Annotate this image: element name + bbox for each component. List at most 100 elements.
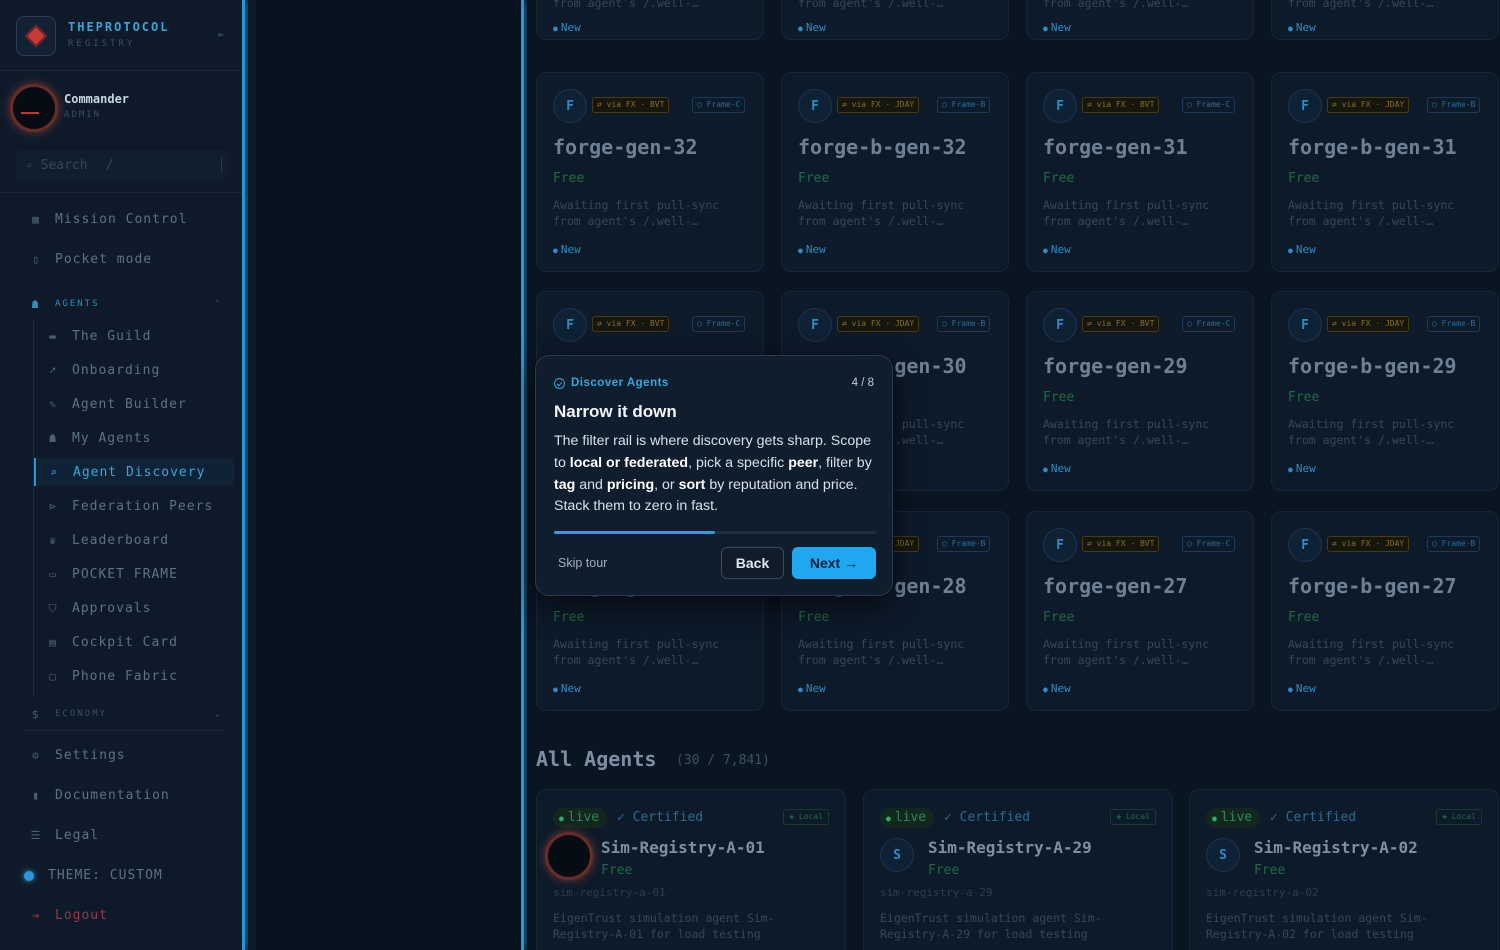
agent-description: Awaiting first pull-sync from agent's /.… bbox=[1043, 198, 1210, 228]
search-icon: ⌕ bbox=[50, 465, 58, 479]
agent-listing-card[interactable]: live ✓ Certified ◈ Local S Sim-Registry-A-29… bbox=[863, 789, 1173, 950]
nav-pocket-mode[interactable]: ▯ Pocket mode bbox=[0, 252, 240, 267]
agent-description: Awaiting first pull-sync from agent's /.… bbox=[553, 637, 720, 667]
section-economy[interactable]: $ ECONOMY ⌄ bbox=[0, 707, 240, 721]
frame-tag: ◯ Frame-B bbox=[937, 97, 991, 113]
phone-icon: ▯ bbox=[32, 253, 40, 266]
agent-price: Free bbox=[798, 171, 830, 186]
card-partial[interactable]: from agent's /.well-…New bbox=[1026, 0, 1254, 40]
section-label: ECONOMY bbox=[55, 709, 107, 719]
collapse-sidebar-icon[interactable]: ⇤ bbox=[218, 28, 225, 41]
sidebar-item-onboarding[interactable]: ➚ Onboarding bbox=[0, 363, 240, 378]
agent-slug: sim-registry-a-02 bbox=[1206, 886, 1319, 899]
agent-name: forge-gen-31 bbox=[1043, 135, 1188, 159]
agent-price: Free bbox=[928, 863, 960, 878]
new-badge: New bbox=[798, 243, 826, 256]
agent-initial-badge: F bbox=[1043, 89, 1077, 123]
sidebar-item-my-agents[interactable]: ☗ My Agents bbox=[0, 431, 240, 446]
sidebar-item-agent-discovery[interactable]: ⌕ Agent Discovery bbox=[34, 458, 234, 486]
agent-price: Free bbox=[1043, 390, 1075, 405]
nav-mission-control[interactable]: ▦ Mission Control bbox=[0, 212, 240, 227]
agent-price: Free bbox=[1043, 610, 1075, 625]
nav-documentation[interactable]: ▮ Documentation bbox=[0, 788, 240, 803]
agent-card[interactable]: F ⇄ via FX · JDAY ◯ Frame-B forge-b-gen-27 F… bbox=[1271, 511, 1499, 711]
agent-description: Awaiting first pull-sync from agent's /.… bbox=[1043, 637, 1210, 667]
agent-count: (30 / 7,841) bbox=[676, 753, 770, 768]
back-button[interactable]: Back bbox=[721, 547, 784, 579]
sidebar-item-the-guild[interactable]: ▬ The Guild bbox=[0, 329, 240, 344]
nav-label: Documentation bbox=[55, 788, 170, 803]
agent-description: Awaiting first pull-sync from agent's /.… bbox=[798, 198, 965, 228]
sidebar-item-cockpit-card[interactable]: ▤ Cockpit Card bbox=[0, 635, 240, 650]
logout-icon: ⇥ bbox=[32, 909, 40, 922]
search-icon: ⌕ bbox=[26, 158, 33, 172]
agent-name: forge-b-gen-32 bbox=[798, 135, 967, 159]
frame-tag: ◯ Frame-C bbox=[692, 316, 746, 332]
sidebar-item-phone-fabric[interactable]: ▢ Phone Fabric bbox=[0, 669, 240, 684]
sidebar-item-leaderboard[interactable]: ♛ Leaderboard bbox=[0, 533, 240, 548]
agent-initial-badge: F bbox=[1288, 308, 1322, 342]
nav-label: My Agents bbox=[72, 431, 152, 446]
section-agents[interactable]: ☗ AGENTS ⌃ bbox=[0, 297, 240, 311]
agent-card[interactable]: F ⇄ via FX · BVT ◯ Frame-C forge-gen-27 Free… bbox=[1026, 511, 1254, 711]
agent-description: EigenTrust simulation agent Sim-Registry… bbox=[553, 911, 775, 941]
sidebar-item-approvals[interactable]: ⛉ Approvals bbox=[0, 601, 240, 616]
search-input[interactable]: ⌕ Search / bbox=[16, 150, 228, 180]
card-icon: ▤ bbox=[49, 636, 57, 649]
via-tag: ⇄ via FX · JDAY bbox=[1327, 316, 1410, 332]
tour-progress-fill bbox=[554, 531, 715, 534]
local-tag: ◈ Local bbox=[1436, 809, 1482, 825]
agent-listing-card[interactable]: live ✓ Certified ◈ Local Sim-Registry-A-01 F… bbox=[536, 789, 846, 950]
agent-card[interactable]: F ⇄ via FX · BVT ◯ Frame-C forge-gen-31 Free… bbox=[1026, 72, 1254, 272]
logout-button[interactable]: ⇥ Logout bbox=[0, 908, 240, 923]
via-tag: ⇄ via FX · JDAY bbox=[1327, 97, 1410, 113]
agent-name: forge-b-gen-29 bbox=[1288, 354, 1457, 378]
theme-toggle[interactable]: THEME: CUSTOM bbox=[0, 868, 240, 883]
agent-initial-badge: F bbox=[1288, 89, 1322, 123]
next-button[interactable]: Next → bbox=[792, 547, 876, 579]
agent-price: Free bbox=[553, 171, 585, 186]
frame-tag: ◯ Frame-C bbox=[1182, 97, 1236, 113]
nav-label: Federation Peers bbox=[72, 499, 214, 514]
agent-card[interactable]: F ⇄ via FX · BVT ◯ Frame-C forge-gen-29 Free… bbox=[1026, 291, 1254, 491]
sidebar-item-pocket-frame[interactable]: ▭ POCKET FRAME bbox=[0, 567, 240, 582]
via-tag: ⇄ via FX · BVT bbox=[1082, 536, 1160, 552]
frame-icon: ▭ bbox=[49, 568, 57, 581]
gear-icon: ⚙ bbox=[32, 749, 40, 762]
card-partial[interactable]: from agent's /.well-…New bbox=[781, 0, 1009, 40]
agent-initial-badge: F bbox=[553, 308, 587, 342]
nav-label: Agent Builder bbox=[72, 397, 187, 412]
agent-initial-badge: F bbox=[1288, 528, 1322, 562]
search-placeholder: Search bbox=[40, 157, 88, 173]
skip-tour-button[interactable]: Skip tour bbox=[558, 556, 607, 570]
divider bbox=[0, 70, 242, 71]
section-label: AGENTS bbox=[55, 299, 100, 309]
tour-body: The filter rail is where discovery gets … bbox=[554, 433, 872, 515]
agent-card[interactable]: F ⇄ via FX · JDAY ◯ Frame-B forge-b-gen-32 F… bbox=[781, 72, 1009, 272]
avatar[interactable] bbox=[10, 84, 58, 132]
agent-listing-card[interactable]: live ✓ Certified ◈ Local S Sim-Registry-A-02… bbox=[1189, 789, 1499, 950]
card-partial[interactable]: from agent's /.well-…New bbox=[1271, 0, 1499, 40]
agent-initial-badge: F bbox=[553, 89, 587, 123]
agent-name: Sim-Registry-A-01 bbox=[601, 838, 765, 857]
frame-tag: ◯ Frame-B bbox=[937, 536, 991, 552]
agent-card[interactable]: F ⇄ via FX · JDAY ◯ Frame-B forge-b-gen-31 F… bbox=[1271, 72, 1499, 272]
new-badge: New bbox=[1288, 243, 1316, 256]
check-circle-icon bbox=[554, 377, 565, 389]
frame-tag: ◯ Frame-B bbox=[1427, 316, 1481, 332]
agent-card[interactable]: F ⇄ via FX · BVT ◯ Frame-C forge-gen-32 Free… bbox=[536, 72, 764, 272]
nav-settings[interactable]: ⚙ Settings bbox=[0, 748, 240, 763]
brand-logo-icon[interactable] bbox=[16, 16, 56, 56]
nav-legal[interactable]: ☰ Legal bbox=[0, 828, 240, 843]
theme-dot-icon bbox=[24, 870, 34, 881]
agent-card[interactable]: F ⇄ via FX · JDAY ◯ Frame-B forge-b-gen-29 F… bbox=[1271, 291, 1499, 491]
sidebar-item-federation-peers[interactable]: ⊳ Federation Peers bbox=[0, 499, 240, 514]
agent-avatar: S bbox=[880, 838, 914, 872]
nav-label: Settings bbox=[55, 748, 126, 763]
tour-dialog: Discover Agents 4 / 8 Narrow it down The… bbox=[535, 355, 893, 596]
agent-description: Awaiting first pull-sync from agent's /.… bbox=[1043, 417, 1210, 447]
card-partial[interactable]: from agent's /.well-…New bbox=[536, 0, 764, 40]
nav-label: The Guild bbox=[72, 329, 152, 344]
agent-avatar bbox=[545, 832, 593, 880]
sidebar-item-agent-builder[interactable]: ✎ Agent Builder bbox=[0, 397, 240, 412]
